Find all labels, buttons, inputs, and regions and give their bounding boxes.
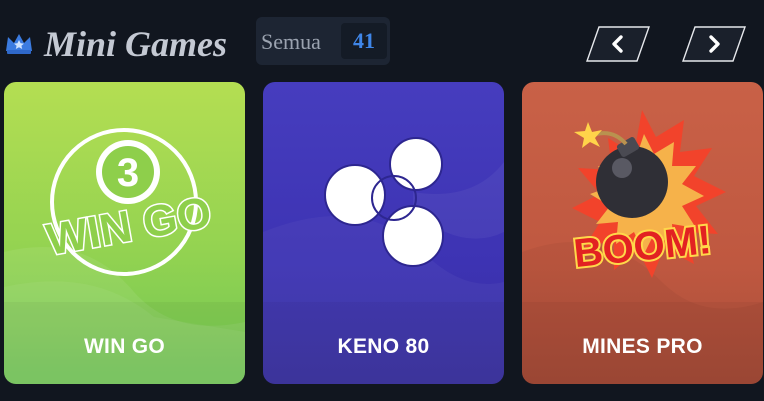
section-header: Mini Games Semua 41 <box>0 0 764 82</box>
all-games-filter-button[interactable]: Semua 41 <box>256 17 390 65</box>
games-count-badge: 41 <box>341 23 387 59</box>
all-games-label: Semua <box>261 29 321 54</box>
previous-button[interactable] <box>585 26 651 62</box>
game-card-mines-pro[interactable]: BOOM! MINES PRO <box>522 82 763 384</box>
section-title: Mini Games <box>44 24 228 64</box>
chevron-right-icon <box>682 26 746 62</box>
svg-text:3: 3 <box>117 151 139 195</box>
game-title: KENO 80 <box>337 335 430 358</box>
game-title: MINES PRO <box>582 335 703 358</box>
game-card-keno-80[interactable]: KENO 80 <box>263 82 504 384</box>
svg-text:BOOM!: BOOM! <box>572 218 714 276</box>
next-button[interactable] <box>681 26 747 62</box>
crown-icon <box>6 34 32 54</box>
chevron-left-icon <box>586 26 650 62</box>
game-title: WIN GO <box>83 335 166 358</box>
game-card-win-go[interactable]: 3 WIN GO WIN GO <box>4 82 245 384</box>
